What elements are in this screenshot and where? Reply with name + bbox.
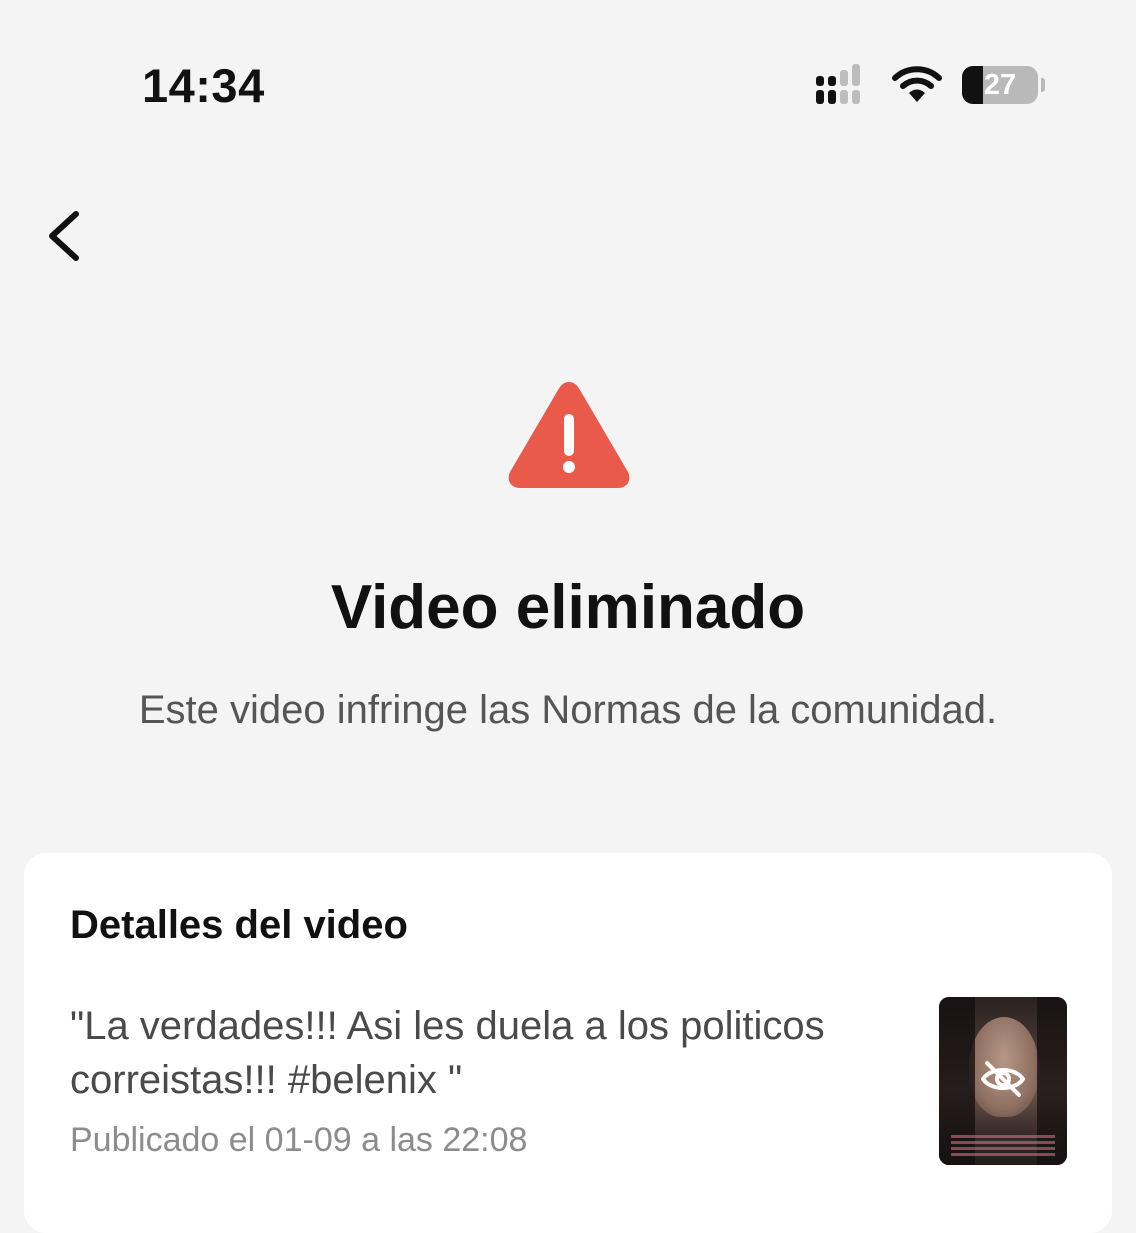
warning-triangle-icon bbox=[508, 382, 630, 488]
page-subtitle: Este video infringe las Normas de la com… bbox=[138, 688, 998, 732]
cellular-signal-icon bbox=[816, 64, 860, 104]
video-thumbnail[interactable] bbox=[939, 997, 1067, 1165]
publish-date: Publicado el 01-09 a las 22:08 bbox=[70, 1121, 528, 1159]
video-caption: "La verdades!!! Asi les duela a los poli… bbox=[70, 1004, 825, 1102]
video-details-card: Detalles del video "La verdades!!! Asi l… bbox=[24, 853, 1112, 1233]
status-time: 14:34 bbox=[142, 59, 265, 112]
eye-slash-icon bbox=[981, 1061, 1025, 1097]
battery-level: 27 bbox=[983, 69, 1017, 101]
page-title: Video eliminado bbox=[330, 573, 806, 642]
back-button[interactable] bbox=[36, 200, 96, 270]
thumbnail-overlay-text bbox=[951, 1135, 1055, 1157]
battery-cap bbox=[1041, 78, 1045, 92]
details-heading: Detalles del video bbox=[70, 903, 408, 947]
status-icons: 27 bbox=[812, 64, 1052, 108]
battery-indicator: 27 bbox=[962, 66, 1045, 106]
chevron-left-icon bbox=[49, 211, 79, 261]
wifi-icon bbox=[892, 66, 942, 102]
